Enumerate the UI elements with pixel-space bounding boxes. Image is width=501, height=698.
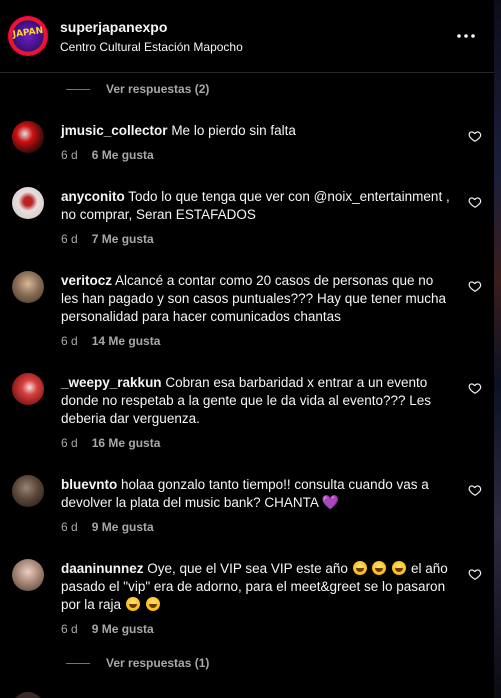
comment-avatar[interactable] [12, 271, 44, 303]
like-heart-icon[interactable] [468, 129, 482, 143]
comment-likes[interactable]: 7 Me gusta [92, 232, 154, 246]
laughing-emoji-icon [392, 561, 407, 575]
comment-text: bluevnto holaa gonzalo tanto tiempo!! co… [61, 476, 453, 512]
comment-username[interactable]: veritocz [61, 273, 112, 288]
comment-meta: 6 d 16 Me gusta [61, 436, 160, 450]
comment-text: veritocz Alcancé a contar como 20 casos … [61, 272, 453, 326]
comment-text: _weepy_rakkun Cobran esa barbaridad x en… [61, 374, 453, 428]
laughing-emoji-icon [125, 597, 140, 611]
comment-username[interactable]: jmusic_collector [61, 123, 168, 138]
comment-age: 6 d [61, 520, 78, 534]
comment-likes[interactable]: 14 Me gusta [92, 334, 161, 348]
comment-username[interactable]: daaninunnez [61, 561, 144, 576]
comment-avatar[interactable] [12, 475, 44, 507]
post-header: JAPAN superjapanexpo Centro Cultural Est… [0, 0, 494, 73]
view-replies-label: Ver respuestas (1) [106, 656, 210, 670]
comment-likes[interactable]: 16 Me gusta [92, 436, 161, 450]
post-location[interactable]: Centro Cultural Estación Mapocho [60, 40, 243, 54]
account-avatar[interactable]: JAPAN [8, 16, 48, 56]
comment-meta: 6 d 7 Me gusta [61, 232, 154, 246]
comment-avatar[interactable] [12, 187, 44, 219]
comment-meta: 6 d 9 Me gusta [61, 520, 154, 534]
comment-avatar[interactable] [12, 559, 44, 591]
comment-likes[interactable]: 6 Me gusta [92, 148, 154, 162]
comment-avatar[interactable] [12, 692, 44, 698]
comment-age: 6 d [61, 232, 78, 246]
like-heart-icon[interactable] [468, 195, 482, 209]
comment-username[interactable]: _weepy_rakkun [61, 375, 162, 390]
comment-content: Me lo pierdo sin falta [171, 123, 296, 138]
comment-age: 6 d [61, 148, 78, 162]
comment-meta: 6 d 9 Me gusta [61, 622, 154, 636]
like-heart-icon[interactable] [468, 279, 482, 293]
comment-age: 6 d [61, 622, 78, 636]
comment-text: anyconito Todo lo que tenga que ver con … [61, 188, 453, 224]
background-image-edge [494, 0, 501, 698]
comments-panel: JAPAN superjapanexpo Centro Cultural Est… [0, 0, 494, 698]
comment-age: 6 d [61, 436, 78, 450]
more-horizontal-icon[interactable] [456, 26, 476, 46]
comment-content: holaa gonzalo tanto tiempo!! consulta cu… [61, 477, 429, 510]
comment-content: Alcancé a contar como 20 casos de person… [61, 273, 447, 324]
laughing-emoji-icon [145, 597, 160, 611]
comment-username[interactable]: anyconito [61, 189, 125, 204]
comment-likes[interactable]: 9 Me gusta [92, 520, 154, 534]
comment-text: daaninunnez Oye, que el VIP sea VIP este… [61, 560, 453, 614]
view-replies-label: Ver respuestas (2) [106, 82, 210, 96]
comment-likes[interactable]: 9 Me gusta [92, 622, 154, 636]
comment-avatar[interactable] [12, 121, 44, 153]
comment-age: 6 d [61, 334, 78, 348]
comment-meta: 6 d 6 Me gusta [61, 148, 154, 162]
comment-username[interactable]: bluevnto [61, 477, 117, 492]
like-heart-icon[interactable] [468, 567, 482, 581]
like-heart-icon[interactable] [468, 381, 482, 395]
replies-divider [66, 88, 90, 90]
view-replies-button[interactable]: Ver respuestas (2) [66, 80, 209, 98]
laughing-emoji-icon [352, 561, 367, 575]
purple-heart-emoji-icon: 💜 [321, 495, 340, 511]
view-replies-button[interactable]: Ver respuestas (1) [66, 654, 209, 672]
comment-text: jmusic_collector Me lo pierdo sin falta [61, 122, 453, 140]
comment-avatar[interactable] [12, 373, 44, 405]
laughing-emoji-icon [372, 561, 387, 575]
comment-content-part-1: Oye, que el VIP sea VIP este año [147, 561, 348, 576]
comment-meta: 6 d 14 Me gusta [61, 334, 160, 348]
account-logo-text: JAPAN [12, 25, 44, 41]
like-heart-icon[interactable] [468, 483, 482, 497]
account-username[interactable]: superjapanexpo [60, 19, 167, 35]
replies-divider [66, 662, 90, 664]
